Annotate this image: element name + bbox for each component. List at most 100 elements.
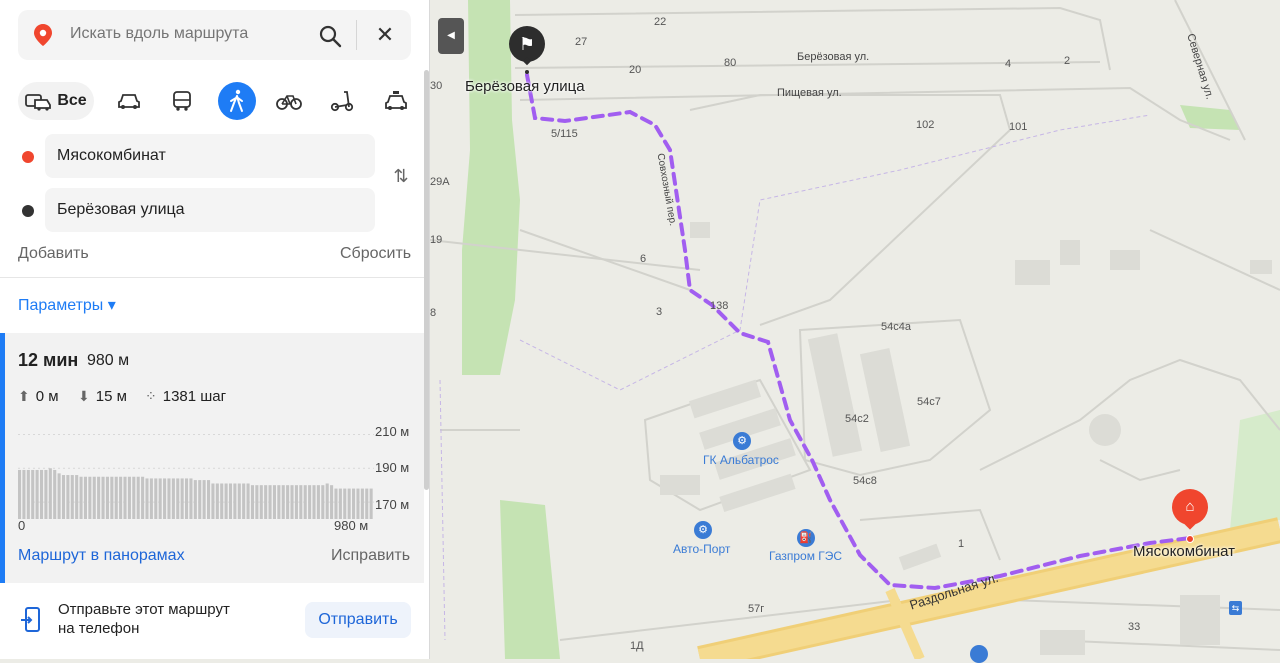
elevation-bar <box>233 483 237 519</box>
elevation-bar <box>338 488 342 519</box>
house-number: 19 <box>430 234 443 246</box>
elevation-bar <box>145 478 149 519</box>
elevation-bar <box>88 476 92 519</box>
bicycle-icon[interactable] <box>270 82 308 120</box>
elevation-bar <box>114 476 118 519</box>
car-service-icon[interactable]: ⚙ <box>733 432 751 450</box>
elevation-bar <box>39 469 44 519</box>
gas-station-icon[interactable]: ⛽ <box>797 529 815 547</box>
scooter-icon[interactable] <box>323 82 361 120</box>
all-modes-icon <box>25 94 52 111</box>
collapse-panel-button[interactable]: ◀ <box>438 18 464 54</box>
close-icon[interactable]: ✕ <box>373 23 397 47</box>
elevation-bar <box>176 478 180 519</box>
poi-label[interactable]: ГК Альбатрос <box>703 453 779 467</box>
elevation-bar <box>163 478 167 519</box>
street-label: Пищевая ул. <box>777 87 842 99</box>
house-number: 54с8 <box>853 475 877 487</box>
house-number: 57г <box>748 603 765 615</box>
elevation-bar <box>79 476 83 519</box>
pedestrian-icon[interactable] <box>218 82 256 120</box>
bus-icon[interactable] <box>163 82 201 120</box>
house-number: 138 <box>710 300 729 312</box>
location-pin-icon <box>34 24 52 46</box>
elevation-bar <box>334 488 338 519</box>
ascent-stat: ⬆ 0 м <box>18 388 59 405</box>
route-distance: 980 м <box>87 352 130 369</box>
elevation-bar <box>158 478 162 519</box>
elevation-bar <box>206 480 211 519</box>
route-card[interactable]: 12 мин 980 м ⬆ 0 м ⬇ 15 м ⁘ 1381 шаг 210… <box>0 333 424 583</box>
selected-route-accent <box>0 333 5 583</box>
search-input[interactable] <box>70 25 300 43</box>
elevation-bar <box>369 488 373 519</box>
elevation-bar <box>61 475 66 519</box>
car-service-icon[interactable]: ⚙ <box>694 521 712 539</box>
elevation-bar <box>26 469 30 519</box>
poi-label[interactable]: Газпром ГЭС <box>769 549 842 563</box>
elevation-bar <box>136 476 140 519</box>
house-number: 80 <box>724 57 737 69</box>
elevation-chart <box>18 433 374 519</box>
arrow-down-icon: ⬇ <box>78 388 90 404</box>
panel-scrollbar[interactable] <box>424 70 429 490</box>
elevation-bar <box>66 475 70 519</box>
street-label: Берёзовая ул. <box>797 51 870 63</box>
elevation-bar <box>110 476 114 519</box>
house-number: 27 <box>575 36 588 48</box>
elevation-bar <box>193 480 197 519</box>
house-number: 8 <box>430 307 437 319</box>
steps-value: 1381 шаг <box>162 388 227 405</box>
swap-points-icon[interactable]: ⇅ <box>390 166 412 190</box>
elevation-bar <box>97 476 101 519</box>
house-number: 6 <box>640 253 647 265</box>
add-point-button[interactable]: Добавить <box>18 245 89 263</box>
parameters-dropdown[interactable]: Параметры ▾ <box>18 295 116 315</box>
origin-field[interactable]: Мясокомбинат <box>45 134 375 178</box>
taxi-icon[interactable] <box>377 82 415 120</box>
transport-modes: Все <box>18 82 414 120</box>
fix-route-link[interactable]: Исправить <box>331 547 410 565</box>
footsteps-icon: ⁘ <box>145 388 157 404</box>
elevation-bar <box>272 485 276 519</box>
start-point-marker <box>525 70 529 74</box>
route-panel: ✕ Все Мясокомбинат <box>0 0 430 659</box>
route-point-to: Берёзовая улица <box>18 188 411 232</box>
poi-icon[interactable] <box>970 645 988 663</box>
house-number: 5/115 <box>551 128 578 140</box>
start-point-label[interactable]: Берёзовая улица <box>465 78 585 95</box>
elevation-bar <box>365 488 369 519</box>
elevation-bar <box>224 483 228 519</box>
reset-button[interactable]: Сбросить <box>340 245 411 263</box>
y-axis-label: 210 м <box>375 424 410 439</box>
elevation-bar <box>154 478 158 519</box>
elevation-bar <box>312 485 316 519</box>
x-axis-label: 980 м <box>334 518 369 533</box>
elevation-bar <box>286 485 290 519</box>
elevation-bar <box>325 483 329 519</box>
destination-field[interactable]: Берёзовая улица <box>45 188 375 232</box>
elevation-bar <box>31 469 35 519</box>
search-icon[interactable] <box>318 24 342 48</box>
descent-stat: ⬇ 15 м <box>78 388 127 405</box>
elevation-bar <box>294 485 298 519</box>
elevation-bar <box>18 469 22 519</box>
car-icon[interactable] <box>110 82 148 120</box>
mode-all-button[interactable]: Все <box>18 82 94 120</box>
elevation-bar <box>299 485 303 519</box>
bus-stop-icon[interactable]: ⇆ <box>1229 601 1242 615</box>
elevation-bar <box>347 488 351 519</box>
panorama-route-link[interactable]: Маршрут в панорамах <box>18 547 185 565</box>
send-button[interactable]: Отправить <box>305 602 411 638</box>
elevation-bar <box>119 476 123 519</box>
house-number: 102 <box>916 119 935 131</box>
mode-all-label: Все <box>57 92 87 109</box>
house-number: 33 <box>1128 621 1141 633</box>
elevation-bar <box>44 469 48 519</box>
elevation-bar <box>167 478 171 519</box>
poi-label[interactable]: Авто-Порт <box>673 542 730 556</box>
elevation-bar <box>290 485 294 519</box>
house-number: 22 <box>654 16 667 28</box>
descent-value: 15 м <box>95 388 127 405</box>
end-point-label[interactable]: Мясокомбинат <box>1133 543 1235 560</box>
